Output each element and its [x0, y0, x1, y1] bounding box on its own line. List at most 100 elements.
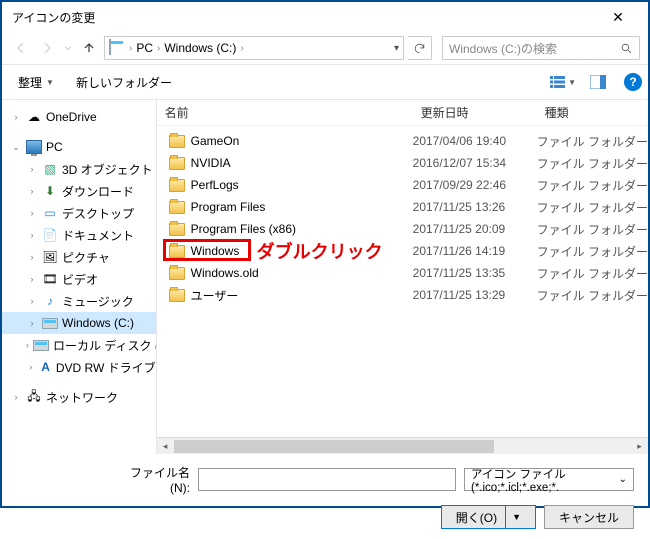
preview-pane-button[interactable]	[584, 71, 612, 93]
chevron-down-icon: ▼	[568, 78, 576, 87]
tree-pc[interactable]: ⌄PC	[2, 136, 156, 158]
folder-icon	[169, 223, 185, 236]
file-date: 2017/11/26 14:19	[413, 244, 537, 258]
search-icon	[620, 42, 633, 55]
file-list: ダブルクリック GameOn2017/04/06 19:40ファイル フォルダー…	[157, 126, 648, 437]
file-date: 2017/11/25 13:29	[413, 288, 537, 302]
file-date: 2017/11/25 13:26	[413, 200, 537, 214]
folder-icon	[169, 289, 185, 302]
col-date[interactable]: 更新日時	[413, 104, 537, 121]
tree-desktop[interactable]: ›▭デスクトップ	[2, 202, 156, 224]
filename-input[interactable]	[198, 468, 456, 491]
folder-icon: ▧	[42, 161, 58, 177]
open-button[interactable]: 開く(O)▼	[441, 505, 536, 529]
file-type: ファイル フォルダー	[537, 221, 648, 238]
organize-button[interactable]: 整理▼	[8, 70, 64, 95]
view-options-button[interactable]: ▼	[544, 71, 582, 93]
file-type: ファイル フォルダー	[537, 199, 648, 216]
document-icon: 📄	[42, 227, 58, 243]
file-name: NVIDIA	[191, 156, 231, 170]
file-type: ファイル フォルダー	[537, 177, 648, 194]
drive-icon	[109, 40, 125, 56]
back-button[interactable]	[10, 37, 32, 59]
file-name: Windows	[191, 244, 240, 258]
breadcrumb-drive[interactable]: Windows (C:)	[160, 41, 240, 55]
tree-dvd[interactable]: ›ADVD RW ドライブ	[2, 356, 156, 378]
refresh-button[interactable]	[408, 36, 432, 60]
folder-icon	[169, 135, 185, 148]
chevron-down-icon: ⌄	[619, 474, 627, 485]
file-row[interactable]: NVIDIA 2016/12/07 15:34ファイル フォルダー	[157, 152, 648, 174]
new-folder-button[interactable]: 新しいフォルダー	[66, 70, 182, 95]
file-row[interactable]: Program Files 2017/11/25 13:26ファイル フォルダー	[157, 196, 648, 218]
file-name: PerfLogs	[191, 178, 239, 192]
col-name[interactable]: 名前	[157, 104, 413, 121]
close-icon[interactable]: ✕	[598, 9, 638, 26]
file-date: 2017/11/25 13:35	[413, 266, 537, 280]
view-list-icon	[550, 75, 566, 89]
folder-icon	[169, 267, 185, 280]
file-row[interactable]: PerfLogs 2017/09/29 22:46ファイル フォルダー	[157, 174, 648, 196]
tree-downloads[interactable]: ›⬇ダウンロード	[2, 180, 156, 202]
file-type: ファイル フォルダー	[537, 287, 648, 304]
folder-icon	[169, 157, 185, 170]
file-row[interactable]: ユーザー2017/11/25 13:29ファイル フォルダー	[157, 284, 648, 306]
file-type: ファイル フォルダー	[537, 243, 648, 260]
tree-documents[interactable]: ›📄ドキュメント	[2, 224, 156, 246]
file-name: Program Files (x86)	[191, 222, 296, 236]
breadcrumb-pc[interactable]: PC	[132, 41, 157, 55]
pictures-icon: 🖼	[42, 249, 58, 265]
drive-icon	[33, 337, 49, 353]
scrollbar-thumb[interactable]	[174, 440, 494, 453]
file-date: 2016/12/07 15:34	[413, 156, 537, 170]
chevron-down-icon[interactable]: ▼	[512, 512, 521, 522]
preview-pane-icon	[590, 75, 606, 89]
folder-icon	[169, 245, 185, 258]
search-placeholder: Windows (C:)の検索	[449, 40, 620, 57]
col-type[interactable]: 種類	[537, 104, 648, 121]
file-row[interactable]: Windows 2017/11/26 14:19ファイル フォルダー	[157, 240, 648, 262]
search-input[interactable]: Windows (C:)の検索	[442, 36, 640, 60]
tree-3dobjects[interactable]: ›▧3D オブジェクト	[2, 158, 156, 180]
file-name: GameOn	[191, 134, 240, 148]
navigation-tree: ›☁OneDrive ⌄PC ›▧3D オブジェクト ›⬇ダウンロード ›▭デス…	[2, 100, 157, 454]
file-date: 2017/04/06 19:40	[413, 134, 537, 148]
file-name: Program Files	[191, 200, 266, 214]
video-icon: 🎞	[42, 271, 58, 287]
download-icon: ⬇	[42, 183, 58, 199]
up-button[interactable]	[78, 37, 100, 59]
help-button[interactable]: ?	[624, 73, 642, 91]
tree-network[interactable]: ›🖧ネットワーク	[2, 386, 156, 408]
forward-button[interactable]	[36, 37, 58, 59]
pc-icon	[26, 139, 42, 155]
file-date: 2017/09/29 22:46	[413, 178, 537, 192]
network-icon: 🖧	[26, 389, 42, 405]
column-headers: 名前 更新日時 種類	[157, 100, 648, 126]
chevron-down-icon: ▼	[46, 78, 54, 87]
tree-localdisk[interactable]: ›ローカル ディスク (D	[2, 334, 156, 356]
horizontal-scrollbar[interactable]: ◂ ▸	[157, 437, 648, 454]
file-row[interactable]: GameOn2017/04/06 19:40ファイル フォルダー	[157, 130, 648, 152]
file-row[interactable]: Program Files (x86)2017/11/25 20:09ファイル …	[157, 218, 648, 240]
file-type: ファイル フォルダー	[537, 155, 648, 172]
folder-icon	[169, 179, 185, 192]
chevron-down-icon[interactable]: ▾	[394, 43, 399, 54]
cloud-icon: ☁	[26, 109, 42, 125]
recent-dropdown-icon[interactable]	[62, 37, 74, 59]
window-title: アイコンの変更	[12, 9, 598, 26]
address-bar[interactable]: › PC › Windows (C:) › ▾	[104, 36, 404, 60]
tree-music[interactable]: ›♪ミュージック	[2, 290, 156, 312]
scroll-left-icon[interactable]: ◂	[157, 438, 174, 455]
file-row[interactable]: Windows.old 2017/11/25 13:35ファイル フォルダー	[157, 262, 648, 284]
file-type: ファイル フォルダー	[537, 265, 648, 282]
file-filter-dropdown[interactable]: アイコン ファイル (*.ico;*.icl;*.exe;*.⌄	[464, 468, 634, 491]
tree-pictures[interactable]: ›🖼ピクチャ	[2, 246, 156, 268]
tree-cdrive[interactable]: ›Windows (C:)	[2, 312, 156, 334]
chevron-right-icon[interactable]: ›	[240, 43, 243, 54]
tree-onedrive[interactable]: ›☁OneDrive	[2, 106, 156, 128]
file-name: Windows.old	[191, 266, 259, 280]
cancel-button[interactable]: キャンセル	[544, 505, 634, 529]
scroll-right-icon[interactable]: ▸	[631, 438, 648, 455]
music-icon: ♪	[42, 293, 58, 309]
tree-videos[interactable]: ›🎞ビデオ	[2, 268, 156, 290]
